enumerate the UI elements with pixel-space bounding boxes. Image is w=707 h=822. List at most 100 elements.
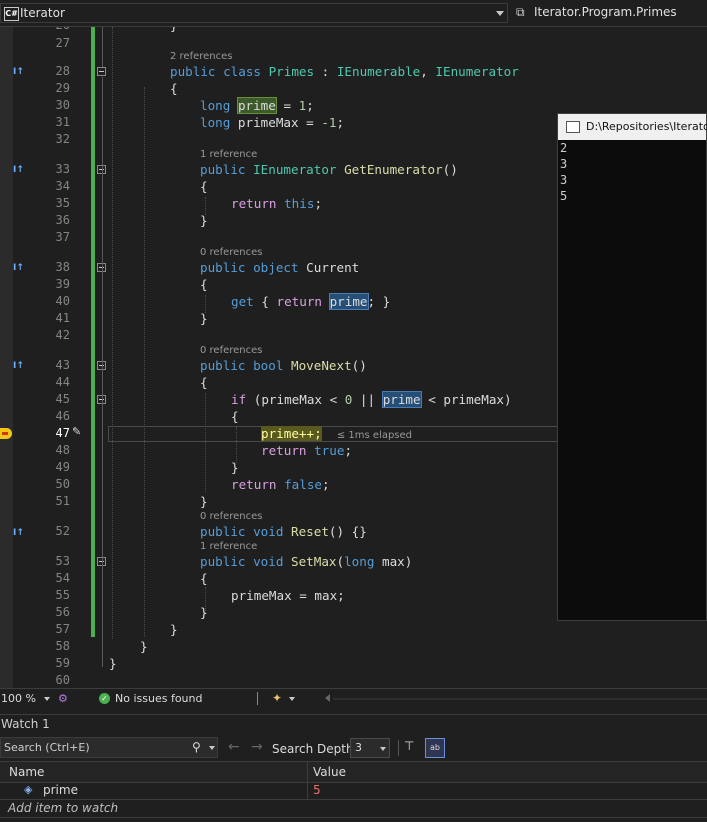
- code-line: primeMax = max;: [231, 588, 345, 603]
- arrow-left-icon[interactable]: ←: [228, 739, 240, 755]
- perftip-elapsed[interactable]: ≤ 1ms elapsed: [337, 430, 412, 441]
- line-number: 34: [55, 179, 70, 193]
- code-line: }: [231, 460, 239, 475]
- line-number: 39: [55, 277, 70, 291]
- line-number: 27: [55, 36, 70, 50]
- code-line: {: [200, 375, 208, 390]
- scroll-left-icon[interactable]: [325, 694, 330, 702]
- code-line: if (primeMax < 0 || prime < primeMax): [231, 391, 512, 408]
- chevron-down-icon[interactable]: [44, 697, 50, 701]
- chevron-down-icon[interactable]: [209, 746, 215, 750]
- chevron-down-icon: [496, 11, 504, 16]
- code-line: }: [170, 27, 178, 34]
- line-number: 41: [55, 311, 70, 325]
- code-line: }: [200, 494, 208, 509]
- code-line: public IEnumerator GetEnumerator(): [200, 162, 458, 177]
- line-number: 53: [55, 554, 70, 568]
- watch-variable-name[interactable]: prime: [43, 783, 78, 797]
- column-header-value[interactable]: Value: [313, 765, 346, 779]
- variable-icon: ◈: [24, 783, 33, 796]
- console-output-line: 5: [560, 189, 568, 203]
- code-line: public class Primes : IEnumerable, IEnum…: [170, 64, 519, 79]
- code-line: }: [140, 639, 148, 654]
- code-line: {: [231, 409, 239, 424]
- horizontal-scrollbar[interactable]: [333, 698, 707, 700]
- line-number: 40: [55, 294, 70, 308]
- codelens-references[interactable]: 1 reference: [200, 541, 257, 553]
- code-line: }: [200, 311, 208, 326]
- code-line: }: [200, 213, 208, 228]
- code-line: public bool MoveNext(): [200, 358, 367, 373]
- add-watch-row[interactable]: Add item to watch: [0, 800, 707, 818]
- line-number: 50: [55, 477, 70, 491]
- add-item-to-watch[interactable]: Add item to watch: [8, 801, 118, 815]
- codelens-references[interactable]: 1 reference: [200, 149, 257, 161]
- project-dropdown[interactable]: C# Iterator: [0, 3, 508, 23]
- line-number: 43: [55, 358, 70, 372]
- edit-pen-icon: ✎: [72, 425, 82, 438]
- code-line: get { return prime; }: [231, 293, 391, 310]
- watch-window: Watch 1 Search (Ctrl+E) ⚲ ← → Search Dep…: [0, 714, 707, 822]
- search-icon[interactable]: ⚲: [192, 740, 201, 754]
- line-number: 58: [55, 639, 70, 653]
- watch-search-input[interactable]: Search (Ctrl+E) ⚲: [0, 737, 218, 758]
- line-number: 36: [55, 213, 70, 227]
- search-placeholder: Search (Ctrl+E): [4, 741, 90, 754]
- code-line: long prime = 1;: [200, 97, 314, 114]
- codelens-references[interactable]: 0 references: [200, 511, 263, 523]
- divider: [257, 692, 258, 705]
- watch-row[interactable]: ◈ prime 5: [0, 782, 707, 800]
- line-number: 32: [55, 132, 70, 146]
- search-depth-value: 3: [355, 741, 362, 754]
- code-line: {: [170, 81, 178, 96]
- project-name: Iterator: [20, 6, 65, 20]
- code-cleanup-icon[interactable]: ✦: [272, 691, 282, 705]
- line-number: 46: [55, 409, 70, 423]
- member-name: Iterator.Program.Primes: [534, 5, 677, 19]
- intellicode-icon[interactable]: ⚙: [58, 692, 68, 705]
- line-number: 28: [55, 64, 70, 78]
- column-divider: [307, 782, 308, 799]
- console-output-line: 3: [560, 157, 568, 171]
- check-circle-icon: ✓: [99, 693, 110, 704]
- line-number: 29: [55, 81, 70, 95]
- code-line: }: [200, 605, 208, 620]
- column-header-name[interactable]: Name: [9, 765, 44, 779]
- editor-status-bar: 100 % ⚙ ✓ No issues found ✦: [0, 688, 707, 709]
- code-line: {: [200, 277, 208, 292]
- search-depth-select[interactable]: 3: [350, 738, 390, 758]
- chevron-down-icon: [380, 747, 386, 751]
- line-number: 37: [55, 230, 70, 244]
- issues-status[interactable]: No issues found: [115, 692, 202, 705]
- line-number: 33: [55, 162, 70, 176]
- console-window[interactable]: D:\Repositories\Iterato 2 3 3 5: [557, 113, 707, 621]
- code-line: return true;: [261, 443, 353, 458]
- navigation-bar: C# Iterator ⧉ Iterator.Program.Primes: [0, 0, 707, 27]
- line-number: 48: [55, 443, 70, 457]
- codelens-references[interactable]: 2 references: [170, 51, 233, 63]
- line-number: 60: [55, 673, 70, 687]
- column-divider[interactable]: [307, 762, 308, 782]
- watch-grid-header: Name Value: [0, 761, 707, 783]
- codelens-references[interactable]: 0 references: [200, 247, 263, 259]
- code-line: return this;: [231, 196, 323, 211]
- arrow-right-icon[interactable]: →: [251, 739, 263, 755]
- code-line: {: [200, 179, 208, 194]
- chevron-down-icon[interactable]: [289, 697, 295, 701]
- hex-display-button[interactable]: ab: [425, 738, 445, 758]
- line-number: 56: [55, 605, 70, 619]
- pin-icon[interactable]: ⊤: [404, 739, 414, 753]
- line-number: 44: [55, 375, 70, 389]
- console-app-icon: [566, 121, 580, 133]
- watch-variable-value[interactable]: 5: [313, 783, 321, 797]
- line-number: 55: [55, 588, 70, 602]
- console-title-bar[interactable]: D:\Repositories\Iterato: [558, 114, 707, 140]
- watch-title[interactable]: Watch 1: [1, 717, 50, 731]
- search-depth-label: Search Depth:: [272, 742, 358, 756]
- class-member-icon: ⧉: [516, 5, 525, 19]
- codelens-references[interactable]: 0 references: [200, 345, 263, 357]
- member-dropdown[interactable]: ⧉ Iterator.Program.Primes: [512, 3, 707, 23]
- code-line: public object Current: [200, 260, 360, 275]
- zoom-level[interactable]: 100 %: [1, 692, 36, 705]
- line-number: 45: [55, 392, 70, 406]
